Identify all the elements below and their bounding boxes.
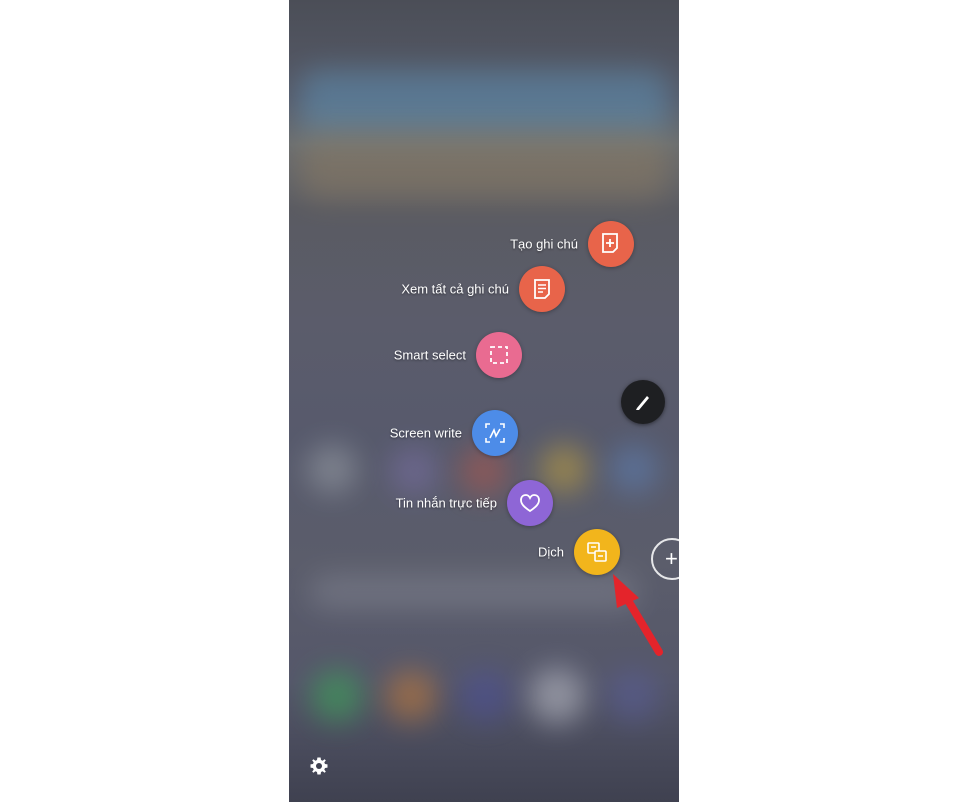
create-note-button[interactable]	[588, 221, 634, 267]
screen-write-icon	[485, 423, 505, 443]
menu-item-label: Tin nhắn trực tiếp	[395, 495, 497, 511]
blurred-background-band	[299, 130, 669, 200]
menu-item-label: Dịch	[537, 544, 564, 560]
live-message-button[interactable]	[507, 480, 553, 526]
blurred-app-icon	[609, 444, 659, 494]
view-notes-button[interactable]	[519, 266, 565, 312]
menu-item-view-all-notes[interactable]: Xem tất cả ghi chú	[289, 266, 565, 312]
phone-screen: Tạo ghi chú Xem tất cả ghi chú Smart sel…	[289, 0, 679, 802]
smart-select-icon	[490, 346, 508, 364]
create-note-icon	[602, 233, 618, 253]
blurred-dock-icon	[529, 668, 585, 724]
blurred-dock-icon	[459, 670, 511, 722]
menu-item-label: Screen write	[389, 425, 462, 441]
menu-item-translate[interactable]: Dịch	[289, 529, 620, 575]
blurred-dock-icon	[385, 670, 437, 722]
live-message-icon	[520, 494, 540, 513]
menu-item-live-message[interactable]: Tin nhắn trực tiếp	[289, 480, 553, 526]
air-command-pen-button[interactable]	[621, 380, 665, 424]
menu-item-label: Xem tất cả ghi chú	[401, 281, 509, 297]
pen-icon	[636, 396, 649, 410]
menu-item-screen-write[interactable]: Screen write	[289, 410, 518, 456]
translate-icon	[587, 542, 607, 562]
screen-write-button[interactable]	[472, 410, 518, 456]
menu-item-smart-select[interactable]: Smart select	[289, 332, 522, 378]
menu-item-label: Tạo ghi chú	[510, 236, 578, 252]
smart-select-button[interactable]	[476, 332, 522, 378]
blurred-dock-icon	[311, 670, 363, 722]
blurred-dock-icon	[607, 670, 659, 722]
view-notes-icon	[534, 279, 550, 299]
menu-item-label: Smart select	[393, 347, 466, 363]
menu-item-create-note[interactable]: Tạo ghi chú	[289, 221, 634, 267]
gear-icon	[310, 757, 328, 775]
settings-button[interactable]	[307, 754, 331, 778]
red-arrow-icon	[613, 574, 663, 656]
